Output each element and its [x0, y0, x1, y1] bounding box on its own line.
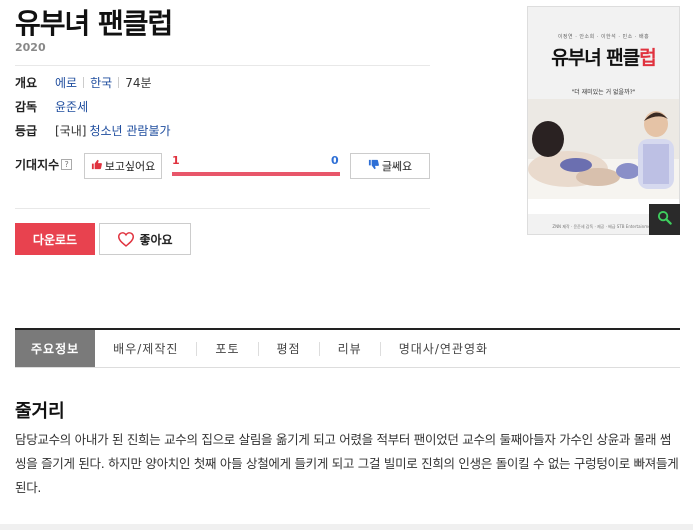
movie-title: 유부녀 팬클럽 [15, 7, 173, 40]
like-label: 좋아요 [139, 232, 173, 247]
director-label: 감독 [15, 100, 38, 114]
rating-row: 등급 [국내] 청소년 관람불가 [15, 122, 171, 139]
not-sure-label: 글쎄요 [381, 160, 413, 173]
country-link[interactable]: 한국 [90, 74, 112, 91]
movie-year: 2020 [15, 41, 46, 54]
poster-tagline: "더 재미있는 거 없을까?" [571, 89, 636, 96]
divider [15, 65, 430, 66]
tab-review[interactable]: 리뷰 [320, 330, 380, 367]
zoom-button[interactable] [649, 204, 680, 235]
expectation-gauge [172, 172, 340, 176]
tab-cast-crew[interactable]: 배우/제작진 [95, 330, 196, 367]
overview-row: 개요 에로 한국 74분 [15, 74, 152, 91]
poster-credits: 이정연 · 안소희 · 이한석 · 민소 · 배홍 [557, 34, 650, 40]
rating-value-link[interactable]: 청소년 관람불가 [89, 122, 170, 139]
poster-title: 유부녀 팬클럽 [551, 47, 657, 69]
thumbs-down-icon [368, 159, 379, 173]
footer-divider [0, 524, 693, 530]
synopsis-text: 담당교수의 아내가 된 진희는 교수의 집으로 살림을 옮기게 되고 어렸을 적… [15, 432, 679, 495]
synopsis-heading: 줄거리 [15, 401, 65, 422]
want-label: 보고싶어요 [104, 160, 156, 173]
rating-label: 등급 [15, 124, 38, 138]
want-to-see-button[interactable]: 보고싶어요 [84, 153, 162, 179]
runtime: 74분 [125, 76, 152, 90]
separator [83, 77, 85, 88]
rating-region: [국내] [55, 124, 87, 138]
help-icon[interactable]: ? [61, 159, 73, 170]
overview-label: 개요 [15, 76, 38, 90]
tab-quotes-related[interactable]: 명대사/연관영화 [381, 330, 506, 367]
expectation-label-group: 기대지수 ? [15, 156, 73, 173]
not-sure-button[interactable]: 글쎄요 [350, 153, 430, 179]
thumbs-up-icon [91, 159, 102, 173]
not-sure-count: 0 [331, 154, 339, 167]
tab-main-info[interactable]: 주요정보 [15, 330, 96, 367]
director-row: 감독 윤준세 [15, 98, 88, 115]
director-link[interactable]: 윤준세 [55, 98, 88, 115]
poster-image [528, 99, 679, 214]
want-count: 1 [172, 154, 180, 167]
tab-rating[interactable]: 평점 [259, 330, 319, 367]
expectation-label: 기대지수 [15, 158, 60, 172]
download-button[interactable]: 다운로드 [15, 223, 95, 255]
heart-icon [117, 231, 135, 247]
divider [15, 208, 430, 209]
genre-link[interactable]: 에로 [55, 74, 77, 91]
like-button[interactable]: 좋아요 [99, 223, 191, 255]
magnifier-icon [657, 210, 672, 229]
movie-poster[interactable]: 이정연 · 안소희 · 이한석 · 민소 · 배홍 유부녀 팬클럽 "더 재미있… [527, 6, 680, 235]
expectation-gauge-fill [172, 172, 340, 176]
tab-photo[interactable]: 포토 [197, 330, 257, 367]
separator [118, 77, 120, 88]
tab-bar: 주요정보 배우/제작진 포토 평점 리뷰 명대사/연관영화 [15, 328, 680, 368]
